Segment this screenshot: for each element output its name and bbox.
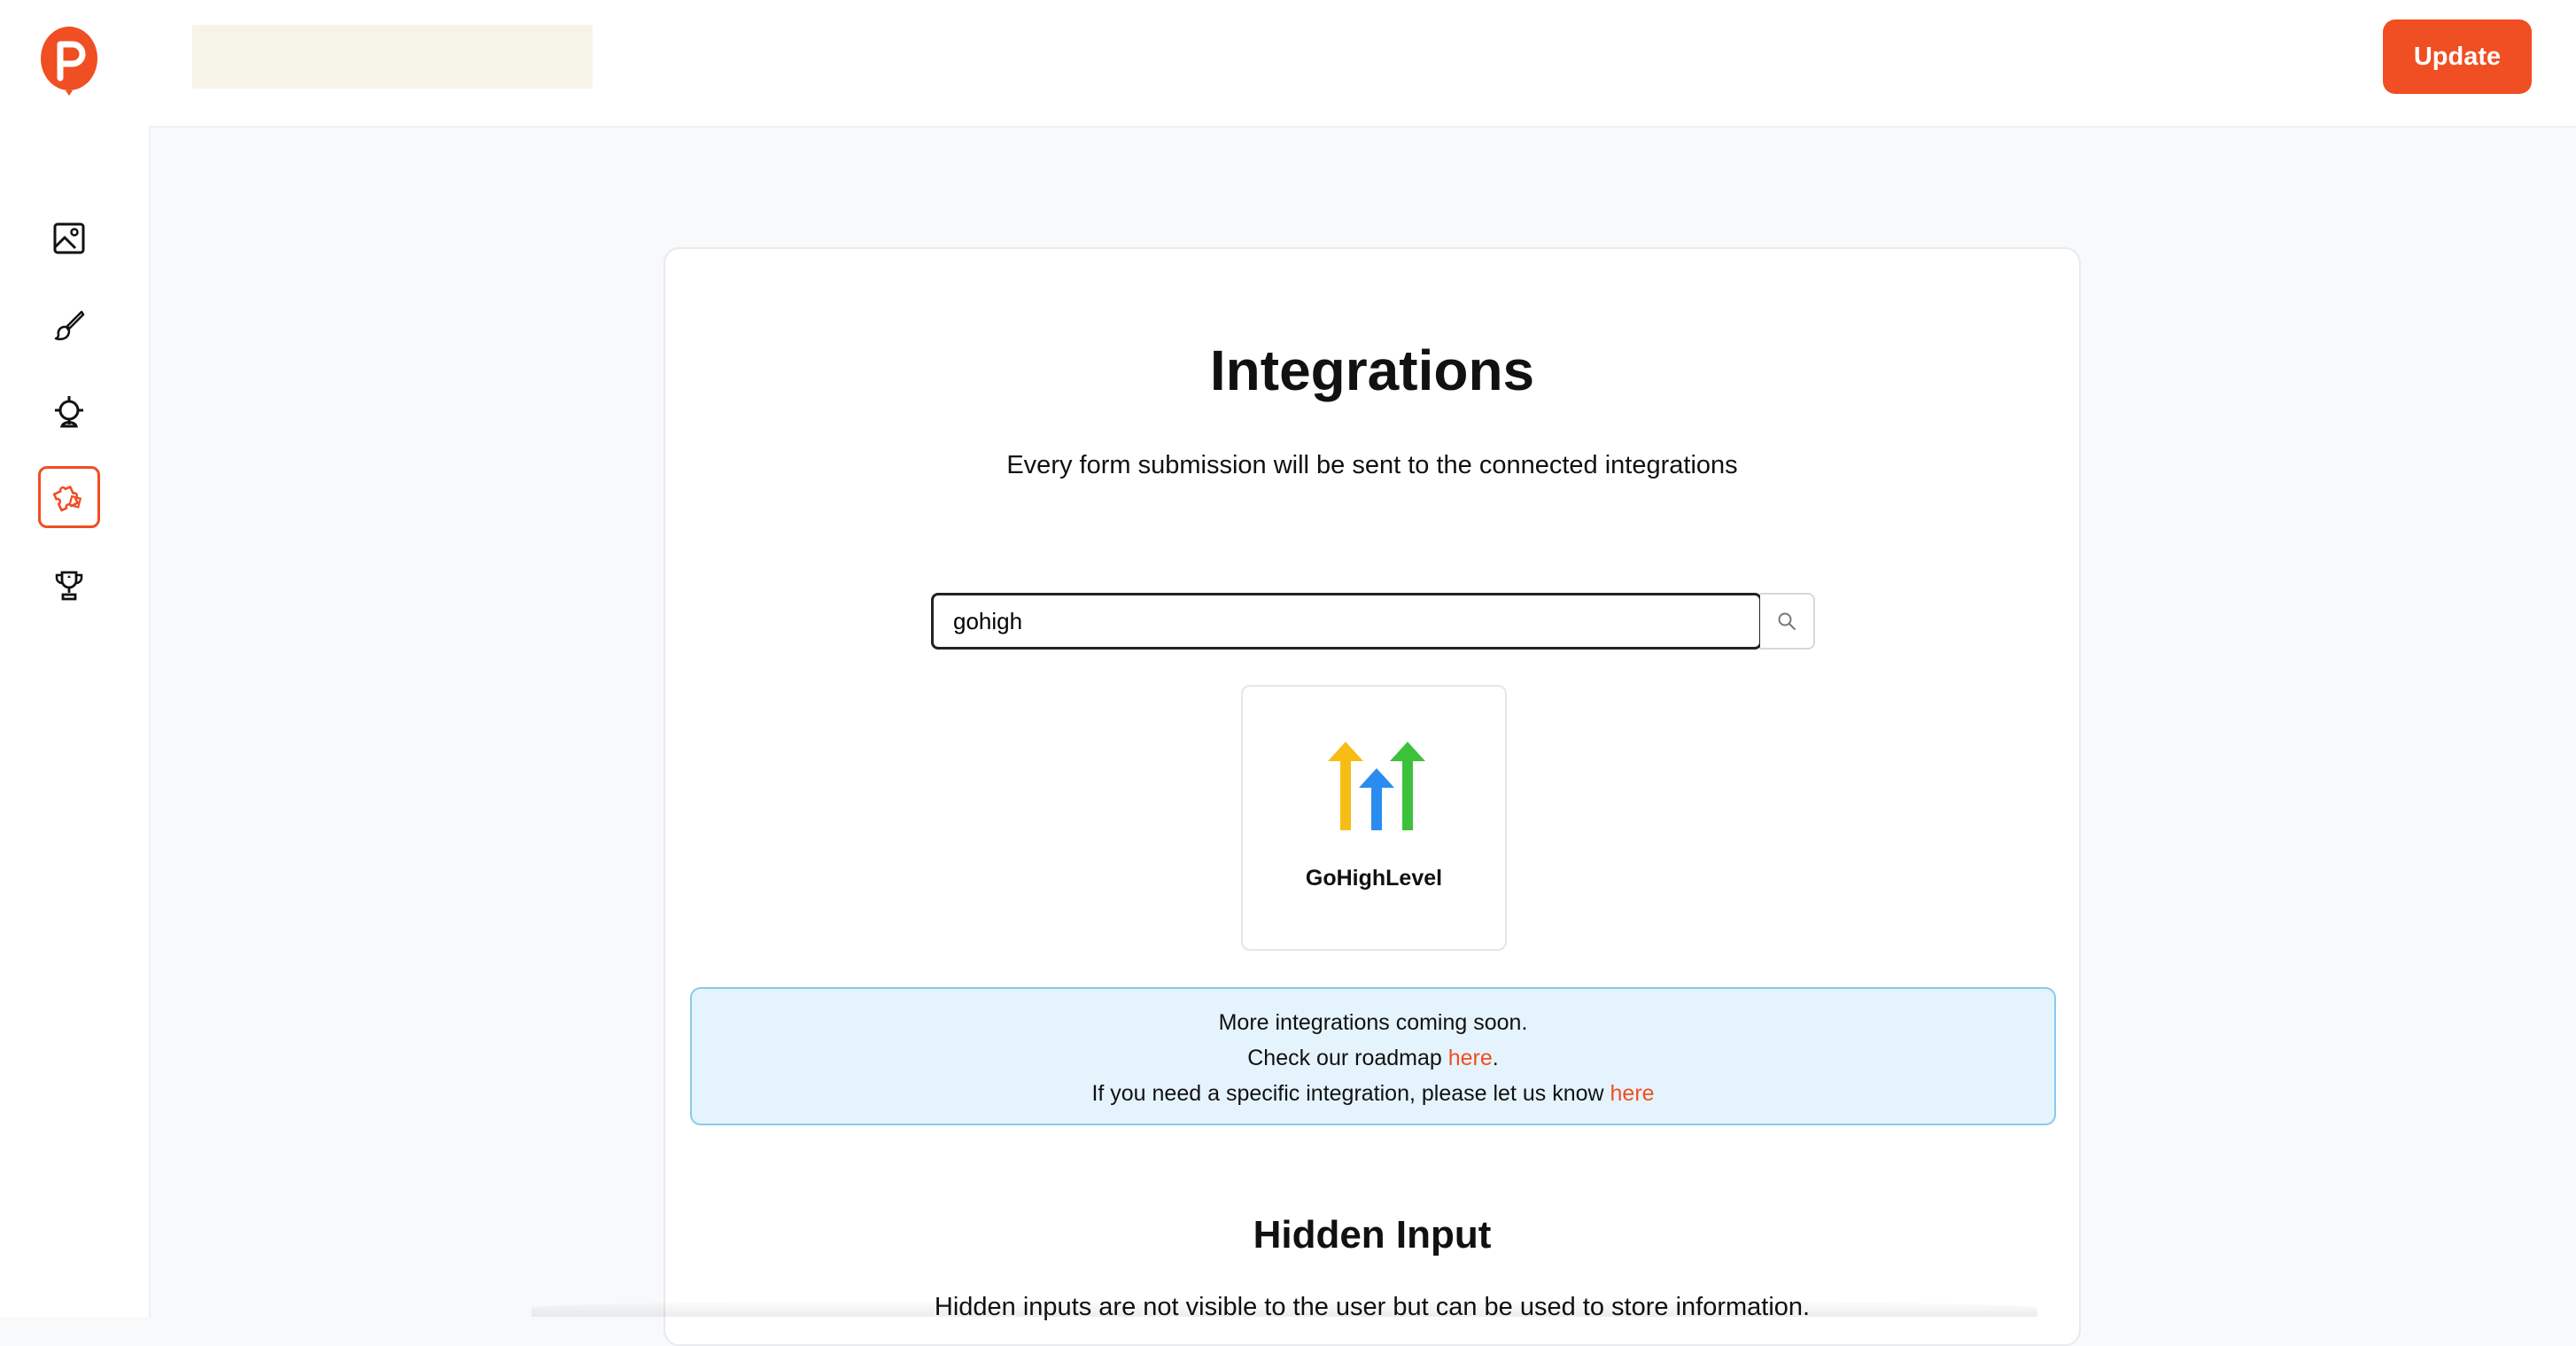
trophy-icon [55,571,83,601]
notice-line-1: More integrations coming soon. [1218,1010,1528,1035]
roadmap-link[interactable]: here [1448,1046,1493,1070]
notice-line-3-text: If you need a specific integration, plea… [1091,1081,1610,1106]
notice-line-2-text: Check our roadmap [1247,1046,1448,1070]
search-button[interactable] [1760,593,1815,650]
page-subtitle: Every form submission will be sent to th… [1006,451,1738,479]
app-logo[interactable] [39,25,99,101]
sidebar-item-rewards[interactable] [38,555,100,617]
top-header: Update [149,0,2576,128]
integration-name: GoHighLevel [1305,866,1443,891]
puzzle-icon [52,486,82,512]
search-input[interactable] [931,593,1762,650]
hidden-input-title: Hidden Input [1253,1213,1492,1257]
page-title: Integrations [1209,338,1535,402]
notice-line-2: Check our roadmap here. [692,1040,2054,1076]
brush-icon [54,310,85,340]
search-icon [1778,612,1796,630]
integration-card-gohighlevel[interactable]: GoHighLevel [1241,685,1507,951]
sidebar [0,0,151,1317]
sidebar-item-media[interactable] [38,207,100,269]
sidebar-item-design[interactable] [38,294,100,356]
integration-search [931,593,1817,650]
target-icon [55,396,83,428]
notice-line-2-suffix: . [1492,1046,1499,1070]
request-integration-link[interactable]: here [1610,1081,1655,1106]
sidebar-item-targeting[interactable] [38,381,100,443]
gohighlevel-logo-icon [1328,742,1425,830]
notice-line-3: If you need a specific integration, plea… [692,1076,2054,1111]
image-icon [53,222,85,254]
integrations-notice: More integrations coming soon. Check our… [690,987,2056,1125]
integrations-card: Integrations Every form submission will … [663,247,2081,1346]
balloon-logo-icon [41,27,97,96]
sidebar-item-integrations[interactable] [38,466,100,528]
update-button[interactable]: Update [2383,19,2532,94]
form-title-input[interactable] [192,25,593,89]
bottom-shadow [531,1299,2037,1317]
